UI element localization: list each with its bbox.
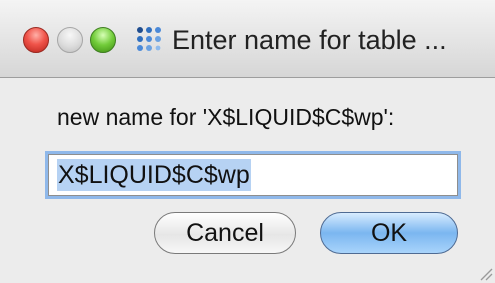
title-bar[interactable]: Enter name for table ...: [0, 0, 495, 78]
name-input-value: X$LIQUID$C$wp: [57, 159, 251, 191]
cancel-button[interactable]: Cancel: [154, 212, 296, 254]
app-grid-icon: [137, 27, 161, 51]
close-button[interactable]: [23, 27, 49, 53]
prompt-label: new name for 'X$LIQUID$C$wp':: [57, 104, 395, 130]
resize-grip-icon[interactable]: [475, 263, 493, 281]
zoom-button[interactable]: [90, 27, 116, 53]
window-title: Enter name for table ...: [172, 25, 447, 55]
ok-button[interactable]: OK: [320, 212, 458, 254]
name-input[interactable]: X$LIQUID$C$wp: [48, 154, 458, 196]
minimize-button[interactable]: [57, 27, 83, 53]
dialog-window: Enter name for table ... new name for 'X…: [0, 0, 495, 283]
